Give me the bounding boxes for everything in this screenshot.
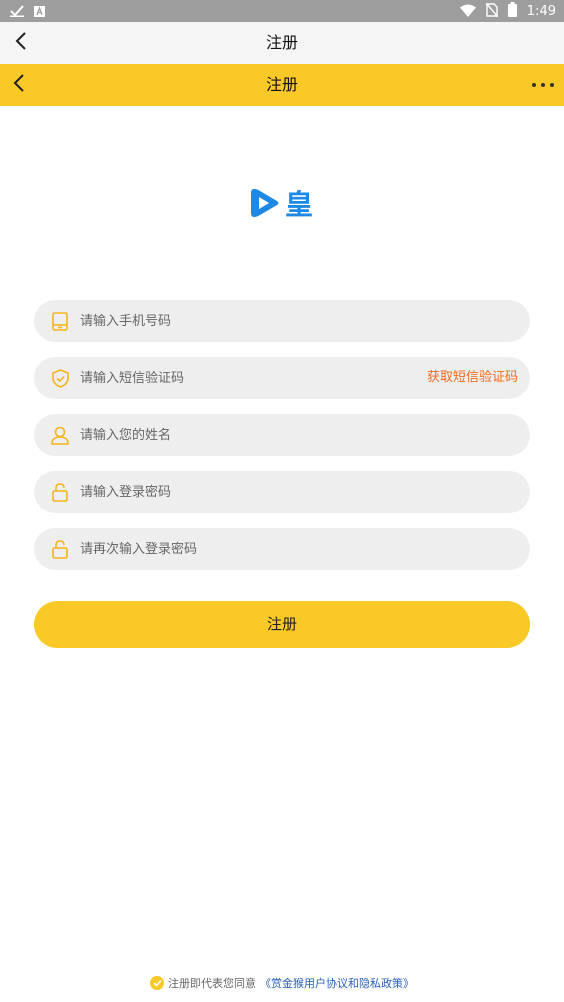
password-input[interactable] — [80, 471, 440, 513]
sms-code-field: 获取短信验证码 — [34, 357, 530, 399]
play-logo-icon — [249, 186, 281, 224]
status-left — [10, 4, 45, 18]
app-bar: 注册 — [0, 22, 564, 64]
page-title: 注册 — [265, 33, 298, 52]
web-page-title: 注册 — [265, 75, 298, 94]
sms-code-input[interactable] — [80, 357, 380, 399]
no-sim-icon — [485, 2, 499, 21]
check-icon — [10, 2, 24, 21]
name-input[interactable] — [80, 414, 440, 456]
phone-icon — [50, 310, 70, 332]
shield-icon — [50, 367, 70, 389]
web-back-button[interactable] — [6, 72, 32, 98]
battery-icon — [507, 1, 517, 21]
status-time: 1:49 — [526, 3, 556, 19]
web-toolbar: 注册 — [0, 64, 564, 106]
phone-field — [34, 300, 530, 342]
agreement-link[interactable]: 《赏金猴用户协议和隐私政策》 — [260, 975, 414, 991]
app-logo: 皇 — [249, 186, 319, 224]
phone-input[interactable] — [80, 300, 440, 342]
register-button[interactable]: 注册 — [34, 601, 530, 648]
chevron-left-icon — [15, 31, 27, 55]
a-badge-icon — [34, 2, 45, 21]
back-button[interactable] — [8, 30, 34, 56]
logo-text: 皇 — [285, 188, 314, 221]
status-bar: 1:49 — [0, 0, 564, 22]
lock-icon — [50, 481, 70, 503]
get-sms-code-button[interactable]: 获取短信验证码 — [427, 357, 518, 399]
user-icon — [50, 424, 70, 446]
password-confirm-field — [34, 528, 530, 570]
check-icon — [152, 979, 162, 987]
agreement-text: 注册即代表您同意 — [168, 977, 256, 990]
agree-checkbox[interactable] — [150, 976, 164, 990]
name-field — [34, 414, 530, 456]
password-field — [34, 471, 530, 513]
password-confirm-input[interactable] — [80, 528, 440, 570]
more-dots-icon[interactable] — [532, 76, 554, 94]
chevron-left-icon — [13, 73, 25, 97]
status-right: 1:49 — [459, 1, 556, 21]
wifi-icon — [459, 2, 476, 21]
lock-icon — [50, 538, 70, 560]
agreement: 注册即代表您同意 《赏金猴用户协议和隐私政策》 — [0, 974, 564, 992]
